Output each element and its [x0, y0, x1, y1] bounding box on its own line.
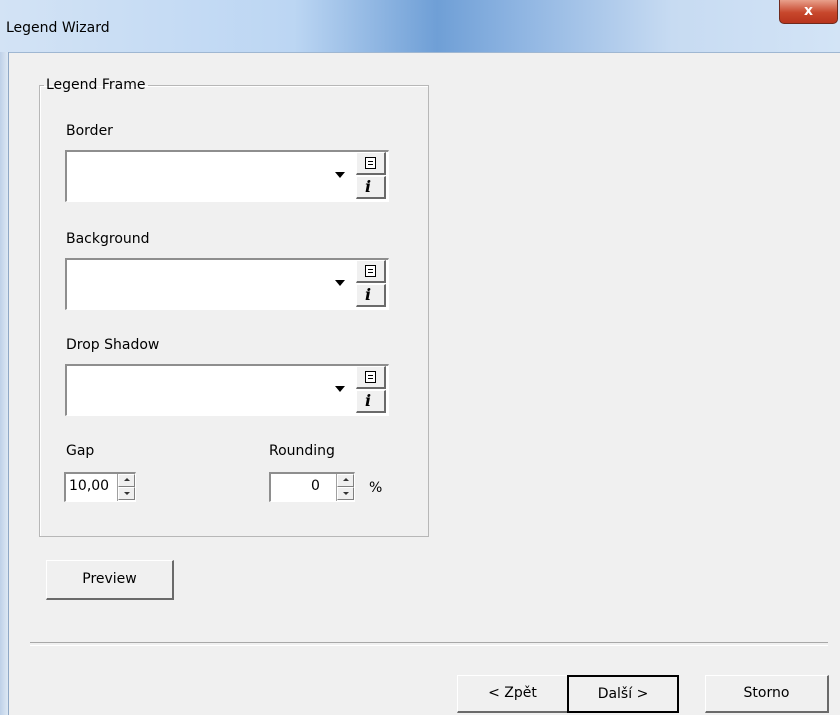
chevron-down-icon[interactable]	[335, 386, 345, 392]
border-combo[interactable]: i	[65, 150, 389, 202]
rounding-stepper[interactable]	[336, 474, 354, 501]
spin-down-icon[interactable]	[118, 487, 135, 500]
background-info-button[interactable]: i	[356, 284, 386, 307]
window-border	[0, 52, 9, 715]
title-bar[interactable]: Legend Wizard x	[0, 0, 840, 53]
list-icon	[365, 265, 376, 277]
background-combo[interactable]: i	[65, 258, 389, 310]
chevron-down-icon[interactable]	[335, 172, 345, 178]
back-button-label[interactable]: < Zpět	[457, 675, 569, 713]
cancel-button[interactable]: Storno	[705, 675, 829, 713]
close-icon: x	[803, 3, 814, 19]
spin-up-icon[interactable]	[118, 474, 135, 487]
info-icon: i	[365, 285, 372, 304]
spin-up-icon[interactable]	[337, 474, 354, 487]
spin-down-icon[interactable]	[337, 487, 354, 500]
gap-stepper[interactable]	[117, 474, 135, 501]
preview-button[interactable]: Preview	[46, 560, 174, 600]
drop-shadow-combo[interactable]: i	[65, 364, 389, 416]
window-title: Legend Wizard	[6, 20, 110, 36]
border-label: Border	[66, 123, 113, 139]
border-list-button[interactable]	[356, 152, 386, 175]
rounding-label: Rounding	[269, 443, 335, 459]
border-info-button[interactable]: i	[356, 176, 386, 199]
info-icon: i	[365, 177, 372, 196]
separator	[30, 642, 828, 646]
legend-frame-title: Legend Frame	[46, 77, 146, 93]
rounding-spinbox[interactable]: 0	[269, 472, 355, 502]
gap-value: 10,00	[69, 478, 110, 494]
chevron-down-icon[interactable]	[335, 280, 345, 286]
close-button[interactable]: x	[779, 0, 838, 24]
background-list-button[interactable]	[356, 260, 386, 283]
gap-label: Gap	[66, 443, 95, 459]
background-label: Background	[66, 231, 150, 247]
rounding-unit: %	[369, 480, 383, 496]
drop-shadow-label: Drop Shadow	[66, 337, 160, 353]
gap-spinbox[interactable]: 10,00	[64, 472, 136, 502]
drop-shadow-list-button[interactable]	[356, 366, 386, 389]
rounding-value: 0	[311, 478, 320, 494]
list-icon	[365, 371, 376, 383]
list-icon	[365, 157, 376, 169]
drop-shadow-info-button[interactable]: i	[356, 390, 386, 413]
info-icon: i	[365, 391, 372, 410]
next-button[interactable]: Další >	[567, 675, 679, 713]
